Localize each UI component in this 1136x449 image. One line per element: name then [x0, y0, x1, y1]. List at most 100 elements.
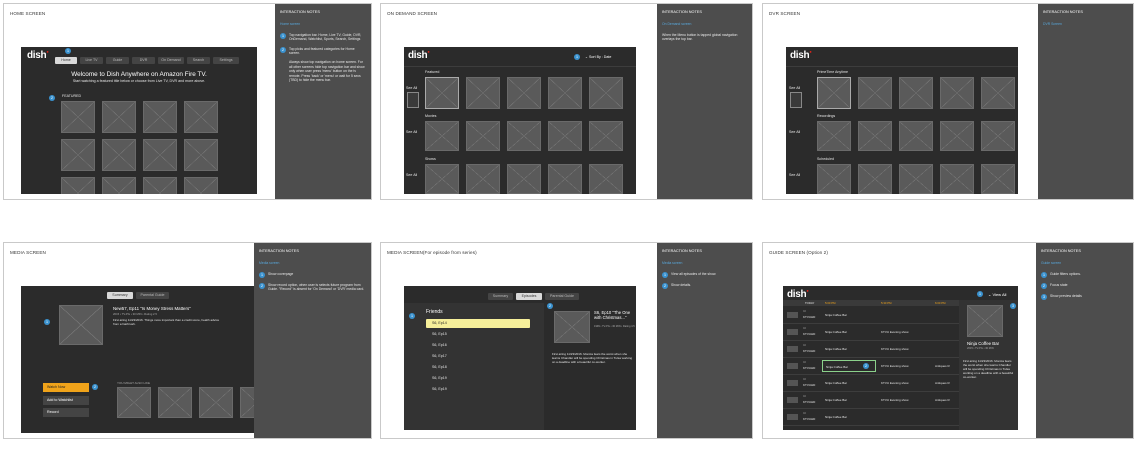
- program-cell[interactable]: KTVU Evening show: [881, 398, 909, 402]
- featured-tile[interactable]: [143, 139, 177, 171]
- featured-tile[interactable]: [143, 177, 177, 194]
- see-all-link[interactable]: See All: [406, 173, 417, 177]
- show-tile[interactable]: [425, 164, 459, 194]
- program-cell[interactable]: KTVU Evening show: [881, 330, 909, 334]
- program-cell[interactable]: Antiques R: [935, 381, 950, 385]
- scheduled-tile[interactable]: [817, 164, 851, 194]
- note-item: 1 Show coverpage: [259, 271, 366, 278]
- program-cell[interactable]: Ninja Coffee Bar: [825, 398, 847, 402]
- episode-item[interactable]: S6, Ep19: [426, 385, 530, 394]
- note-item: 3 Show preview details: [1041, 293, 1128, 300]
- nav-settings[interactable]: Settings: [213, 57, 239, 64]
- episode-item[interactable]: S6, Ep18: [426, 363, 530, 372]
- program-cell[interactable]: KTVU Evening show: [881, 381, 909, 385]
- featured-tile[interactable]: [589, 77, 623, 109]
- notes-subheading: On Demand screen: [662, 22, 692, 27]
- nav-search[interactable]: Search: [187, 57, 210, 64]
- featured-tile[interactable]: [466, 77, 500, 109]
- episode-item[interactable]: S6, Ep15: [426, 330, 530, 339]
- program-cell[interactable]: KTVU Evening show: [881, 347, 909, 351]
- nav-on-demand[interactable]: On Demand: [158, 57, 184, 64]
- program-cell[interactable]: Ninja Coffee Bar: [825, 313, 847, 317]
- featured-tile[interactable]: [184, 139, 218, 171]
- scheduled-tile[interactable]: [858, 164, 892, 194]
- episode-item[interactable]: S6, Ep14: [426, 319, 530, 328]
- see-all-link[interactable]: See All: [789, 173, 800, 177]
- primetime-tile[interactable]: [899, 77, 933, 109]
- movie-tile[interactable]: [589, 121, 623, 151]
- recording-tile[interactable]: [899, 121, 933, 151]
- recording-tile[interactable]: [817, 121, 851, 151]
- nav-home[interactable]: Home: [55, 57, 77, 64]
- primetime-tile[interactable]: [940, 77, 974, 109]
- see-all-link[interactable]: See All: [789, 130, 800, 134]
- scheduled-tile[interactable]: [981, 164, 1015, 194]
- episode-item[interactable]: S6, Ep19: [426, 374, 530, 383]
- featured-tile[interactable]: [102, 101, 136, 133]
- watch-now-button[interactable]: Watch Now: [43, 383, 89, 392]
- program-cell[interactable]: Ninja Coffee Bar: [825, 381, 847, 385]
- recording-tile[interactable]: [940, 121, 974, 151]
- program-cell[interactable]: Antiques R: [935, 364, 950, 368]
- nav-dvr[interactable]: DVR: [132, 57, 155, 64]
- featured-tile[interactable]: [102, 177, 136, 194]
- tab-summary[interactable]: Summary: [107, 292, 133, 299]
- program-cell[interactable]: Ninja Coffee Bar: [825, 347, 847, 351]
- show-tile[interactable]: [507, 164, 541, 194]
- program-cell[interactable]: Ninja Coffee Bar: [825, 415, 847, 419]
- dish-logo: dish●: [408, 49, 430, 61]
- primetime-tile[interactable]: [817, 77, 851, 109]
- scheduled-tile[interactable]: [940, 164, 974, 194]
- featured-tile[interactable]: [102, 139, 136, 171]
- sort-dropdown[interactable]: ⌄ Sort By : Date: [585, 55, 611, 59]
- featured-tile[interactable]: [61, 139, 95, 171]
- show-tile[interactable]: [466, 164, 500, 194]
- featured-tile[interactable]: [61, 177, 95, 194]
- note-badge: 3: [1041, 293, 1047, 300]
- view-all-dropdown[interactable]: ⌄ View All: [988, 292, 1006, 297]
- movie-tile[interactable]: [548, 121, 582, 151]
- show-tile[interactable]: [589, 164, 623, 194]
- tab-parental-guide[interactable]: Parental Guide: [545, 293, 579, 300]
- see-all-tile[interactable]: [790, 92, 802, 108]
- row-label-recordings: Recordings: [817, 114, 836, 118]
- suggestion-tile[interactable]: [158, 387, 192, 418]
- tab-episodes[interactable]: Episodes: [516, 293, 542, 300]
- featured-tile[interactable]: [143, 101, 177, 133]
- program-cell[interactable]: Antiques R: [935, 398, 950, 402]
- show-tile[interactable]: [548, 164, 582, 194]
- add-to-watchlist-button[interactable]: Add to Watchlist: [43, 396, 89, 405]
- see-all-link[interactable]: See All: [789, 86, 800, 90]
- featured-tile[interactable]: [507, 77, 541, 109]
- tab-summary[interactable]: Summary: [488, 293, 513, 300]
- featured-tile[interactable]: [184, 177, 218, 194]
- episode-item[interactable]: S6, Ep17: [426, 352, 530, 361]
- featured-tile[interactable]: [61, 101, 95, 133]
- featured-tile[interactable]: [425, 77, 459, 109]
- movie-tile[interactable]: [466, 121, 500, 151]
- featured-tile[interactable]: [548, 77, 582, 109]
- annotation-badge: 2: [547, 303, 553, 309]
- nav-live-tv[interactable]: Live TV: [80, 57, 103, 64]
- see-all-tile[interactable]: [407, 92, 419, 108]
- see-all-link[interactable]: See All: [406, 130, 417, 134]
- program-cell[interactable]: Ninja Coffee Bar: [825, 330, 847, 334]
- channel-number: 02: [803, 395, 806, 398]
- suggestion-tile[interactable]: [117, 387, 151, 418]
- recording-tile[interactable]: [858, 121, 892, 151]
- episode-item[interactable]: S6, Ep16: [426, 341, 530, 350]
- see-all-link[interactable]: See All: [406, 86, 417, 90]
- nav-guide[interactable]: Guide: [106, 57, 129, 64]
- movie-tile[interactable]: [507, 121, 541, 151]
- record-button[interactable]: Record: [43, 408, 89, 417]
- primetime-tile[interactable]: [981, 77, 1015, 109]
- scheduled-tile[interactable]: [899, 164, 933, 194]
- suggestion-tile[interactable]: [199, 387, 233, 418]
- featured-tile[interactable]: [184, 101, 218, 133]
- primetime-tile[interactable]: [858, 77, 892, 109]
- note-text: Show preview details: [1050, 293, 1082, 298]
- recording-tile[interactable]: [981, 121, 1015, 151]
- movie-tile[interactable]: [425, 121, 459, 151]
- tab-parental-guide[interactable]: Parental Guide: [136, 292, 169, 299]
- program-cell[interactable]: KTVU Evening show: [881, 364, 909, 368]
